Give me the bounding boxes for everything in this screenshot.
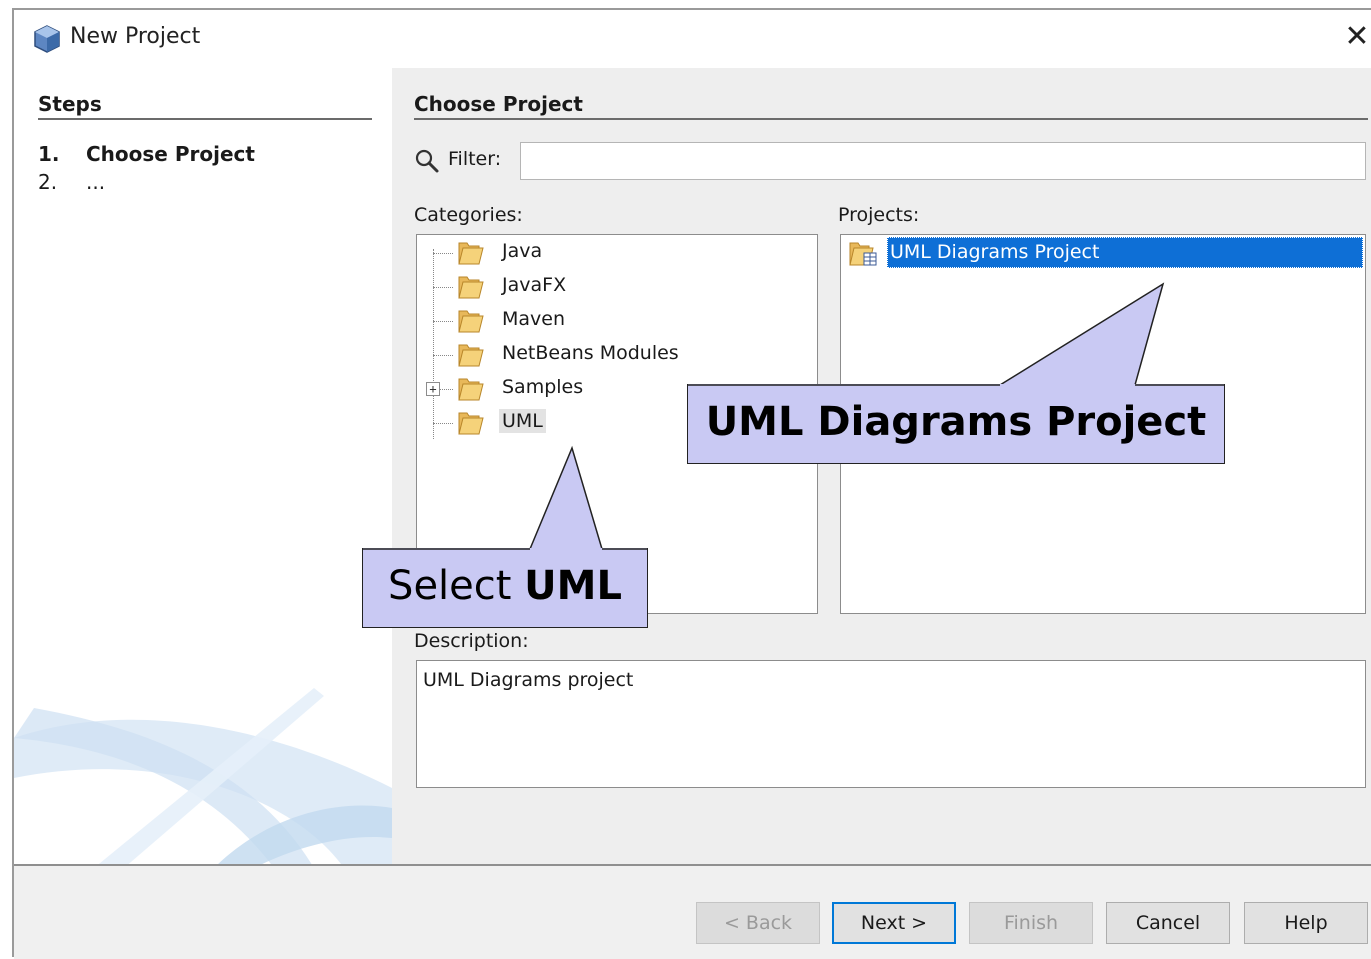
category-label[interactable]: Samples bbox=[499, 375, 586, 399]
help-button[interactable]: Help bbox=[1244, 902, 1368, 944]
step-label: ... bbox=[86, 170, 106, 194]
description-label: Description: bbox=[414, 630, 529, 652]
step-label: Choose Project bbox=[86, 142, 255, 166]
content-divider bbox=[414, 118, 1368, 120]
finish-button[interactable]: Finish bbox=[969, 902, 1093, 944]
folder-icon bbox=[458, 310, 484, 333]
uml-project-icon bbox=[849, 242, 877, 266]
category-label[interactable]: UML bbox=[499, 409, 546, 433]
category-maven[interactable]: Maven bbox=[417, 303, 817, 337]
project-item-uml-diagrams[interactable]: UML Diagrams Project bbox=[843, 237, 1365, 269]
netbeans-cube-icon bbox=[34, 25, 60, 53]
cancel-button[interactable]: Cancel bbox=[1106, 902, 1230, 944]
steps-heading: Steps bbox=[38, 92, 102, 116]
callout-uml-diagrams-project: UML Diagrams Project bbox=[687, 384, 1225, 464]
category-netbeans-modules[interactable]: NetBeans Modules bbox=[417, 337, 817, 371]
callout-text: Select bbox=[388, 563, 525, 609]
project-label[interactable]: UML Diagrams Project bbox=[887, 237, 1363, 268]
tree-connector bbox=[433, 321, 453, 322]
content-panel: Choose Project Filter: Categories: Proje… bbox=[392, 68, 1371, 864]
content-heading: Choose Project bbox=[414, 92, 583, 116]
categories-label: Categories: bbox=[414, 204, 523, 226]
category-label[interactable]: Maven bbox=[499, 307, 568, 331]
window-title: New Project bbox=[70, 24, 201, 49]
tree-connector bbox=[433, 423, 453, 424]
tree-connector bbox=[433, 253, 453, 254]
folder-icon bbox=[458, 276, 484, 299]
close-icon[interactable]: ✕ bbox=[1344, 19, 1369, 54]
filter-input[interactable] bbox=[520, 142, 1366, 180]
category-javafx[interactable]: JavaFX bbox=[417, 269, 817, 303]
category-java[interactable]: Java bbox=[417, 235, 817, 269]
title-bar: New Project ✕ bbox=[14, 10, 1371, 68]
steps-panel: Steps 1. Choose Project 2. ... bbox=[14, 68, 392, 864]
tree-connector bbox=[433, 355, 453, 356]
netbeans-swoosh-graphic bbox=[14, 688, 392, 864]
step-number: 2. bbox=[38, 170, 58, 194]
button-bar: < Back Next > Finish Cancel Help bbox=[14, 864, 1371, 959]
back-button[interactable]: < Back bbox=[696, 902, 820, 944]
new-project-dialog: New Project ✕ Steps 1. Choose Project 2.… bbox=[12, 8, 1371, 959]
folder-icon bbox=[458, 378, 484, 401]
tree-connector bbox=[433, 287, 453, 288]
folder-icon bbox=[458, 412, 484, 435]
category-label[interactable]: NetBeans Modules bbox=[499, 341, 682, 365]
projects-label: Projects: bbox=[838, 204, 920, 226]
folder-icon bbox=[458, 344, 484, 367]
callout-text-bold: UML bbox=[524, 563, 622, 609]
close-button[interactable]: ✕ bbox=[1342, 22, 1371, 54]
category-label[interactable]: Java bbox=[499, 239, 545, 263]
expand-plus-icon[interactable]: + bbox=[426, 382, 440, 396]
filter-label: Filter: bbox=[448, 148, 502, 170]
next-button[interactable]: Next > bbox=[832, 902, 956, 944]
search-icon bbox=[415, 149, 439, 173]
callout-select-uml: Select UML bbox=[362, 548, 648, 628]
folder-icon bbox=[458, 242, 484, 265]
category-label[interactable]: JavaFX bbox=[499, 273, 569, 297]
description-text: UML Diagrams project bbox=[416, 660, 1366, 788]
steps-divider bbox=[38, 118, 372, 120]
step-number: 1. bbox=[38, 142, 60, 166]
